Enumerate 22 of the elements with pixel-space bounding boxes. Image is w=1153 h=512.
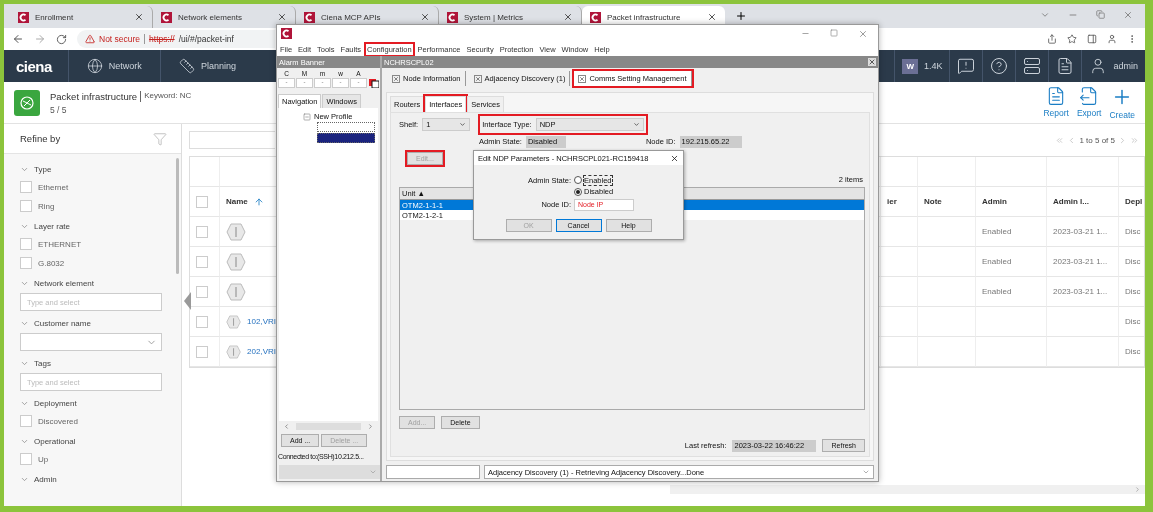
table-cell: Disc [1119, 277, 1144, 307]
table-cell: Enabled [976, 277, 1047, 307]
option-label: Discovered [38, 416, 78, 426]
table-cell: Disc [1119, 247, 1144, 277]
table-cell: Disc [1119, 337, 1144, 367]
option-label: Ethernet [38, 182, 69, 192]
option-label: Up [38, 454, 49, 464]
pagination-label: 1 to 5 of 5 [1079, 135, 1115, 145]
table-cell: Enabled [976, 247, 1047, 277]
table-cell: Disc [1119, 307, 1144, 337]
keyword-label: Keyword: NC [144, 90, 192, 102]
option-label: G.8032 [38, 258, 65, 268]
option-label: ETHERNET [38, 239, 82, 249]
table-cell: Enabled [976, 217, 1047, 247]
page-title: Packet infrastructure [50, 90, 142, 102]
option-label: Ring [38, 201, 55, 211]
table-cell: Disc [1119, 217, 1144, 247]
result-count: 5 / 5 [50, 104, 68, 115]
filter-title: Refine by [20, 133, 61, 144]
table-cell: 2023-03-21 1... [1047, 247, 1119, 277]
table-cell: 2023-03-21 1... [1047, 217, 1119, 247]
table-cell: 2023-03-21 1... [1047, 277, 1119, 307]
